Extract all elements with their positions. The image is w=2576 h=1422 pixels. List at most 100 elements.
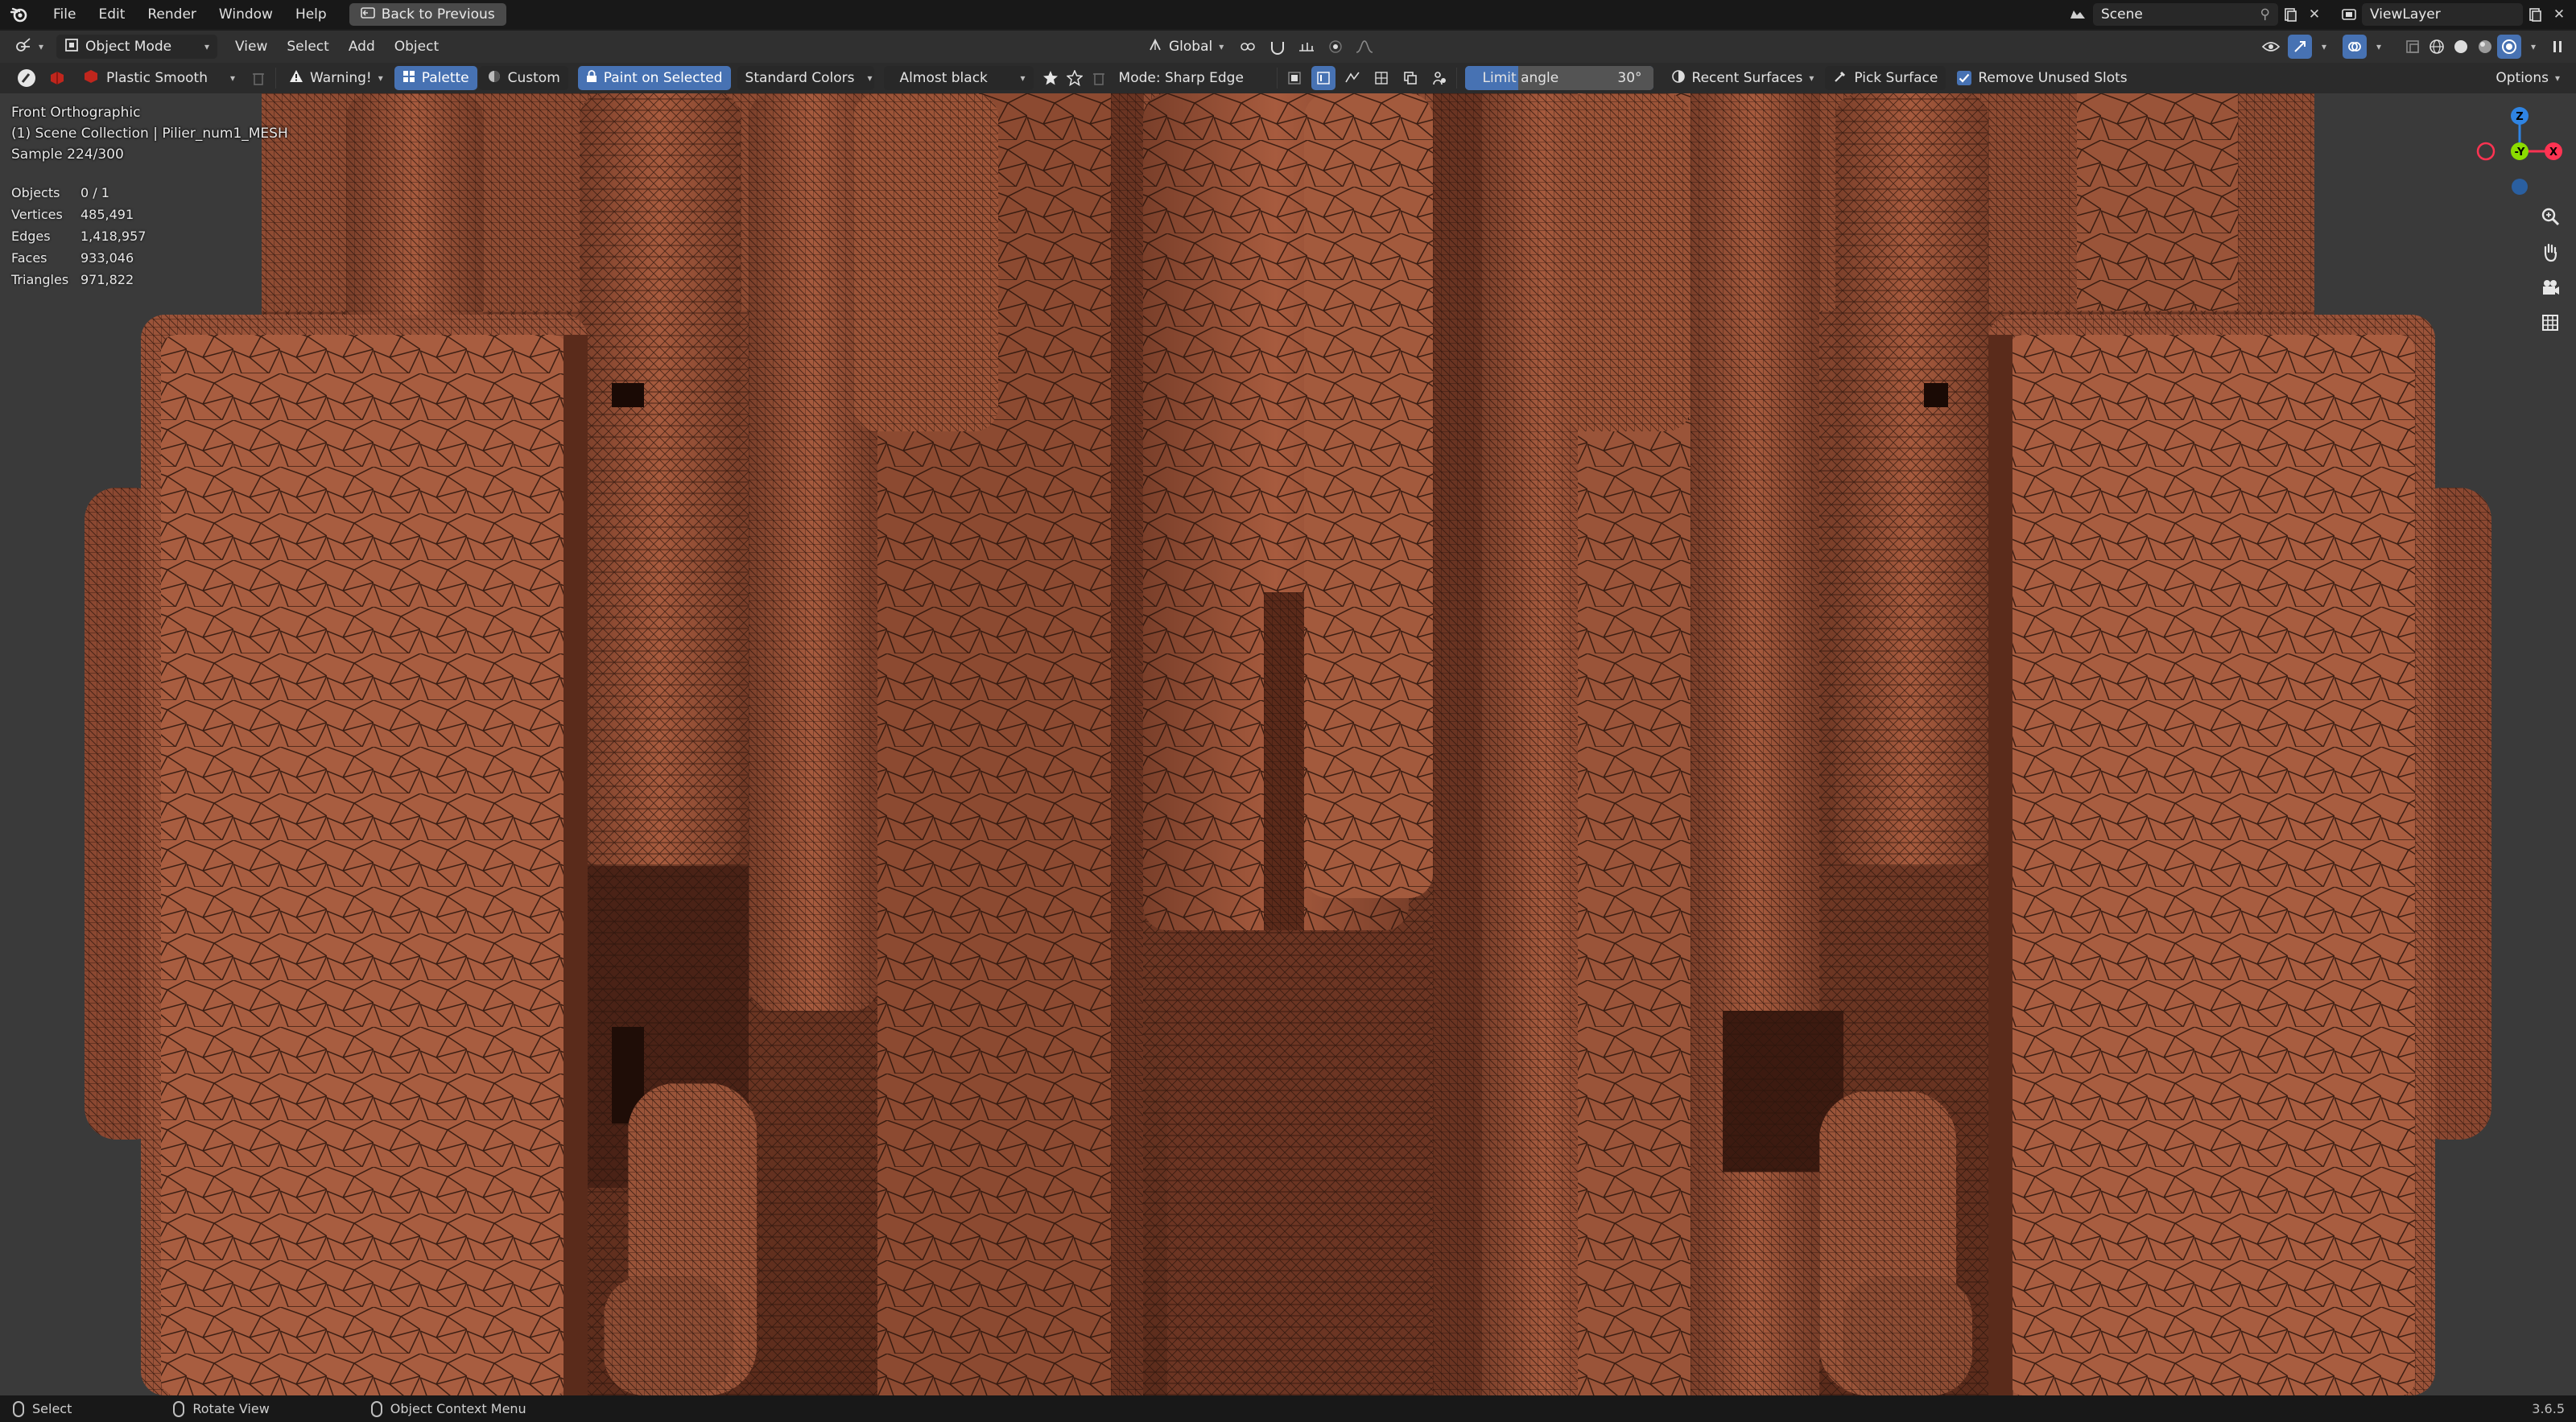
menu-object[interactable]: Object [385, 39, 448, 55]
editor-type-selector[interactable]: ▾ [10, 35, 48, 59]
xray-icon[interactable] [2401, 35, 2425, 58]
menu-render[interactable]: Render [136, 2, 208, 27]
mode-selector[interactable]: Object Mode ▾ [56, 35, 218, 59]
menu-add[interactable]: Add [339, 39, 385, 55]
brush-selector[interactable]: Plastic Smooth ▾ [74, 66, 243, 90]
menu-help[interactable]: Help [284, 2, 338, 27]
mark-seam-icon[interactable] [1369, 66, 1393, 90]
delete-scene-icon[interactable]: ✕ [2302, 3, 2326, 26]
back-to-previous-button[interactable]: Back to Previous [349, 3, 506, 26]
paint-on-selected-label: Paint on Selected [603, 70, 723, 86]
star-filled-icon[interactable] [1038, 66, 1063, 90]
gizmo-neg-z[interactable] [2512, 179, 2528, 195]
status-bar: Select Rotate View Object Context Menu 3… [0, 1395, 2576, 1422]
vertex-select-icon[interactable] [1282, 66, 1307, 90]
edge-select-icon[interactable] [1311, 66, 1335, 90]
pan-hand-icon[interactable] [2536, 237, 2565, 266]
pause-render-icon[interactable] [2545, 35, 2570, 58]
options-menu[interactable]: Options ▾ [2487, 66, 2568, 90]
menu-select[interactable]: Select [277, 39, 338, 55]
pivot-point-icon[interactable] [1236, 35, 1261, 58]
settings-figure-icon[interactable] [1427, 66, 1451, 90]
surface-icon [1671, 69, 1686, 88]
view-name: Front Orthographic [11, 105, 141, 121]
recent-surfaces-selector[interactable]: Recent Surfaces ▾ [1663, 66, 1823, 90]
delete-favorite-icon[interactable] [1087, 66, 1111, 90]
menu-edit[interactable]: Edit [87, 2, 136, 27]
overlays-toggle-icon[interactable] [2343, 35, 2367, 59]
chevron-down-icon[interactable]: ▾ [2521, 35, 2545, 58]
color-set-label: Standard Colors [745, 70, 855, 86]
wireframe-shading-icon[interactable] [2425, 35, 2449, 58]
delete-brush-icon[interactable] [246, 66, 270, 90]
top-menu-bar: File Edit Render Window Help Back to Pre… [0, 0, 2576, 29]
remove-unused-slots-label: Remove Unused Slots [1978, 70, 2128, 86]
stat-label: Edges [11, 229, 51, 244]
pin-icon[interactable]: ⚲ [2260, 6, 2270, 23]
limit-angle-value: 30° [1617, 70, 1642, 86]
duplicate-icon[interactable] [1398, 66, 1422, 90]
custom-color-icon [487, 69, 502, 88]
limit-angle-field[interactable]: Limit angle 30° [1464, 66, 1653, 90]
pick-surface-label: Pick Surface [1854, 70, 1938, 86]
chevron-down-icon[interactable]: ▾ [2312, 35, 2336, 58]
snap-target-icon[interactable] [1294, 35, 1319, 58]
new-scene-icon[interactable] [2278, 3, 2302, 26]
stat-row: Triangles 971,822 [11, 269, 146, 291]
scene-icon[interactable] [2066, 3, 2090, 26]
status-select: Select [13, 1400, 72, 1417]
pick-surface-button[interactable]: Pick Surface [1825, 66, 1946, 90]
rendered-shading-icon[interactable] [2497, 35, 2521, 59]
material-shading-icon[interactable] [2473, 35, 2497, 58]
perspective-grid-icon[interactable] [2536, 308, 2565, 337]
new-view-layer-icon[interactable] [2523, 3, 2547, 26]
viewport-shading-tools: ▾ ▾ ▾ [2259, 35, 2576, 59]
camera-view-icon[interactable] [2536, 273, 2565, 302]
mouse-middle-icon [173, 1400, 185, 1417]
snap-icon[interactable] [1265, 35, 1290, 58]
view-layer-selector[interactable]: ViewLayer [2362, 3, 2523, 26]
visibility-icon[interactable] [2259, 35, 2283, 58]
3d-viewport[interactable]: Front Orthographic (1) Scene Collection … [0, 93, 2576, 1395]
color-selector[interactable]: Almost black ▾ [883, 66, 1034, 90]
chevron-down-icon: ▾ [39, 41, 44, 52]
gizmo-toggle-icon[interactable] [2288, 35, 2312, 59]
status-context-label: Object Context Menu [390, 1401, 526, 1416]
stat-label: Vertices [11, 207, 63, 222]
gizmo-neg-x[interactable] [2476, 142, 2496, 161]
brush-tool-icon[interactable] [14, 66, 39, 90]
tool-settings-bar: Plastic Smooth ▾ Warning! ▾ Palette Cust… [0, 63, 2576, 93]
warning-selector[interactable]: Warning! ▾ [281, 66, 391, 90]
stat-value: 933,046 [80, 250, 134, 266]
solid-shading-icon[interactable] [2449, 35, 2473, 58]
palette-button[interactable]: Palette [394, 66, 477, 90]
view-layer-icon[interactable] [2338, 3, 2362, 26]
proportional-edit-icon[interactable] [1323, 35, 1348, 58]
chevron-down-icon: ▾ [229, 72, 235, 84]
menu-window[interactable]: Window [208, 2, 284, 27]
zoom-icon[interactable] [2536, 202, 2565, 231]
menu-view[interactable]: View [225, 39, 277, 55]
falloff-icon[interactable] [1352, 35, 1377, 58]
scene-selector[interactable]: Scene ⚲ [2093, 3, 2278, 26]
color-set-selector[interactable]: Standard Colors ▾ [737, 66, 874, 90]
chevron-down-icon: ▾ [204, 41, 210, 52]
chevron-down-icon: ▾ [1809, 72, 1814, 84]
blender-logo-icon[interactable] [8, 3, 31, 26]
chevron-down-icon[interactable]: ▾ [2367, 35, 2391, 58]
viewport-nav-buttons [2536, 202, 2565, 337]
custom-button[interactable]: Custom [478, 66, 568, 90]
chevron-down-icon: ▾ [378, 72, 383, 84]
remove-unused-slots-toggle[interactable]: Remove Unused Slots [1949, 66, 2135, 90]
paint-on-selected-toggle[interactable]: Paint on Selected [577, 66, 731, 90]
face-select-icon[interactable] [1340, 66, 1364, 90]
palette-label: Palette [421, 70, 469, 86]
star-outline-icon[interactable] [1063, 66, 1087, 90]
stat-row: Edges 1,418,957 [11, 225, 146, 247]
material-sphere-icon[interactable] [45, 66, 69, 90]
transform-orientation-selector[interactable]: Global ▾ [1140, 35, 1232, 59]
delete-view-layer-icon[interactable]: ✕ [2547, 3, 2571, 26]
view-layer-name: ViewLayer [2370, 6, 2441, 23]
menu-file[interactable]: File [42, 2, 87, 27]
recent-surfaces-label: Recent Surfaces [1691, 70, 1803, 86]
